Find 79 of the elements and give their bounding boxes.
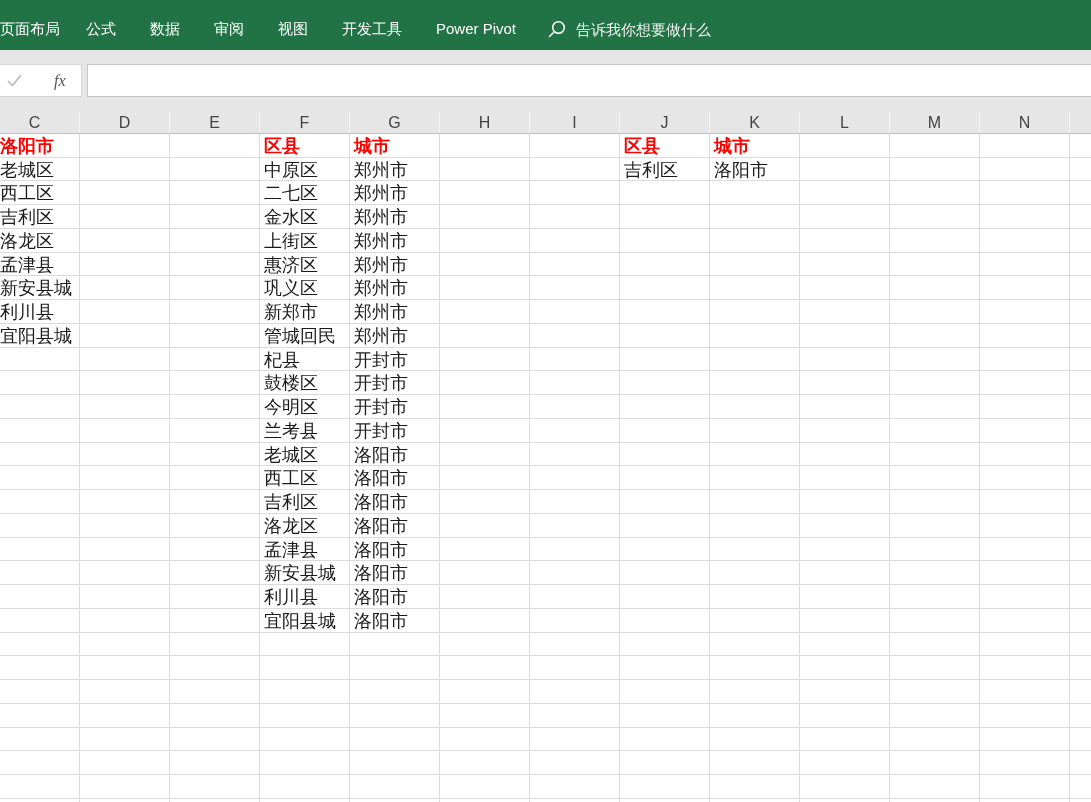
table-heading: 洛阳市 xyxy=(0,134,55,158)
table-cell-text: 宜阳县城 xyxy=(0,324,73,348)
table-cell-text: 开封市 xyxy=(353,419,409,443)
table-cell-text: 郑州市 xyxy=(353,229,409,253)
ribbon-tab[interactable]: 开发工具 xyxy=(342,19,402,39)
ribbon-tab[interactable]: 公式 xyxy=(86,19,116,39)
ribbon-tab[interactable]: 审阅 xyxy=(214,19,244,39)
insert-function-button[interactable]: fx xyxy=(52,71,68,90)
ribbon-tab[interactable]: 视图 xyxy=(278,19,308,39)
table-cell-text: 洛阳市 xyxy=(353,514,409,538)
check-icon[interactable] xyxy=(7,74,22,87)
search-field[interactable]: 告诉我你想要做什么 xyxy=(576,18,737,40)
table-cell-text: 洛阳市 xyxy=(353,561,409,586)
table-cell-text: 洛龙区 xyxy=(263,514,319,538)
table-cell-text: 孟津县 xyxy=(0,252,55,277)
table-cell-text: 吉利区 xyxy=(0,205,55,229)
table-cell-text: 管城回民 xyxy=(263,324,337,348)
table-cell-text: 利川县 xyxy=(0,300,55,324)
column-header[interactable]: H xyxy=(440,112,530,133)
table-cell-text: 洛阳市 xyxy=(353,466,409,491)
table-cell-text: 郑州市 xyxy=(353,324,409,348)
table-cell-text: 洛阳市 xyxy=(353,585,409,609)
column-header[interactable]: D xyxy=(80,112,170,133)
table-cell-text: 老城区 xyxy=(263,442,319,467)
table-cell-text: 今明区 xyxy=(263,395,319,419)
table-cell-text: 金水区 xyxy=(263,205,319,229)
table-cell-text: 巩义区 xyxy=(263,276,319,301)
search-icon[interactable] xyxy=(548,20,567,38)
table-cell-text: 中原区 xyxy=(263,157,319,182)
table-cell-text: 洛阳市 xyxy=(713,157,769,182)
ribbon-tab[interactable]: Power Pivot xyxy=(436,19,517,39)
table-cell-text: 西工区 xyxy=(0,181,55,206)
table-cell-text: 鼓楼区 xyxy=(263,371,319,396)
column-header[interactable]: G xyxy=(350,112,440,133)
table-cell-text: 新安县城 xyxy=(0,276,73,301)
formula-input[interactable] xyxy=(87,64,1091,97)
table-cell-text: 开封市 xyxy=(353,347,409,372)
column-header[interactable]: I xyxy=(530,112,620,133)
table-heading: 城市 xyxy=(712,134,751,158)
table-cell-text: 郑州市 xyxy=(353,181,409,206)
column-header[interactable]: C xyxy=(0,112,80,133)
table-cell-text: 上街区 xyxy=(263,229,319,253)
table-cell-text: 洛阳市 xyxy=(353,490,409,514)
ribbon-tab[interactable]: 数据 xyxy=(150,19,180,39)
table-cell-text: 郑州市 xyxy=(353,300,409,324)
table-heading: 区县 xyxy=(263,134,301,158)
table-cell-text: 洛龙区 xyxy=(0,229,55,253)
table-cell-text: 新郑市 xyxy=(263,300,319,324)
table-cell-text: 杞县 xyxy=(263,347,301,372)
table-cell-text: 兰考县 xyxy=(263,419,319,443)
column-header[interactable]: M xyxy=(890,112,980,133)
table-cell-text: 宜阳县城 xyxy=(263,609,337,633)
table-heading: 城市 xyxy=(352,134,391,158)
table-cell-text: 老城区 xyxy=(0,157,55,182)
table-cell-text: 洛阳市 xyxy=(353,442,409,467)
ribbon-tab[interactable]: 页面布局 xyxy=(0,19,60,39)
table-cell-text: 吉利区 xyxy=(623,157,679,182)
column-header[interactable]: N xyxy=(980,112,1070,133)
column-header[interactable]: K xyxy=(710,112,800,133)
table-cell-text: 洛阳市 xyxy=(353,609,409,633)
table-cell-text: 二七区 xyxy=(263,181,319,206)
table-cell-text: 开封市 xyxy=(353,395,409,419)
table-cell-text: 利川县 xyxy=(263,585,319,609)
table-heading: 区县 xyxy=(623,134,661,158)
table-cell-text: 洛阳市 xyxy=(353,537,409,562)
table-cell-text: 新安县城 xyxy=(263,561,337,586)
column-header[interactable]: J xyxy=(620,112,710,133)
column-header[interactable]: E xyxy=(170,112,260,133)
table-cell-text: 孟津县 xyxy=(263,537,319,562)
column-header[interactable]: F xyxy=(260,112,350,133)
table-cell-text: 惠济区 xyxy=(263,252,319,277)
table-cell-text: 郑州市 xyxy=(353,252,409,277)
column-header[interactable]: L xyxy=(800,112,890,133)
table-cell-text: 郑州市 xyxy=(353,157,409,182)
table-cell-text: 郑州市 xyxy=(353,276,409,301)
table-cell-text: 吉利区 xyxy=(263,490,319,514)
table-cell-text: 郑州市 xyxy=(353,205,409,229)
table-cell-text: 西工区 xyxy=(263,466,319,491)
table-cell-text: 开封市 xyxy=(353,371,409,396)
